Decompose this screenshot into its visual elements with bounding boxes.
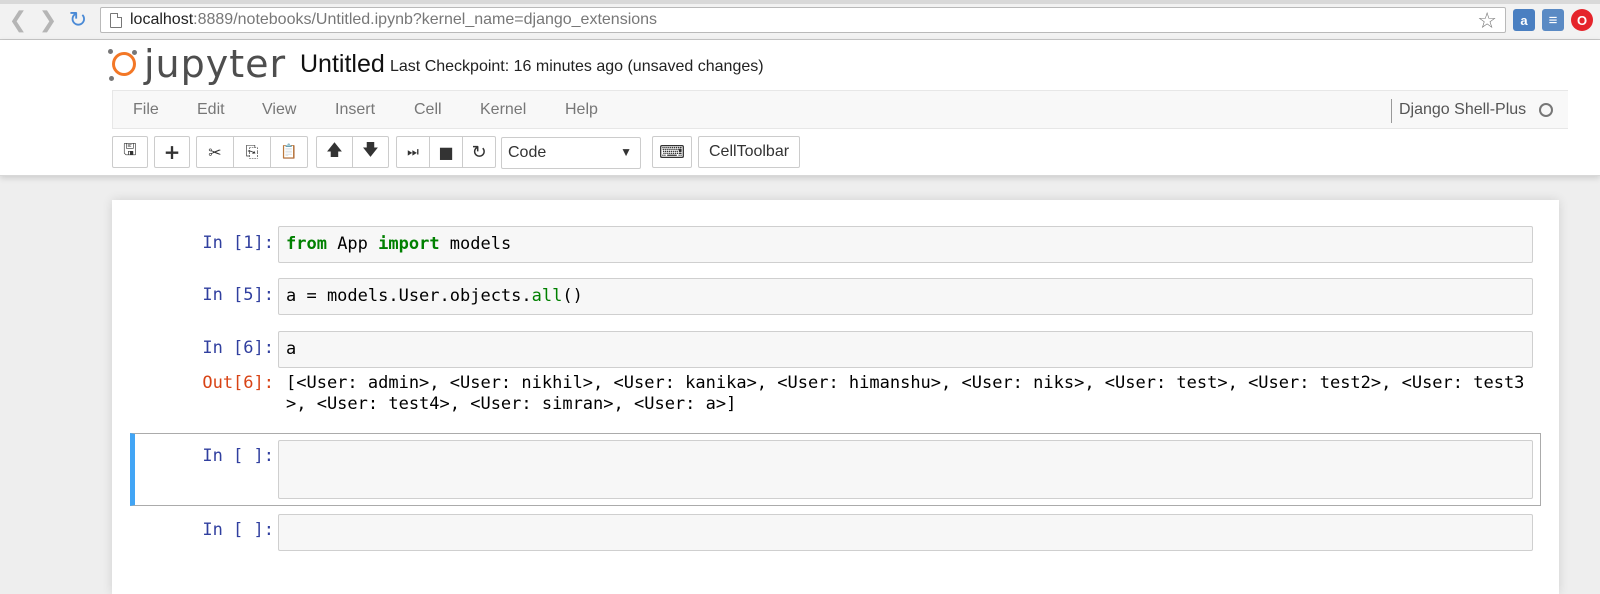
code-cell-input[interactable]	[278, 440, 1533, 499]
menu-edit[interactable]: Edit	[197, 101, 225, 119]
code-cell-input[interactable]: a	[278, 331, 1533, 368]
interrupt-kernel-icon[interactable]: ■	[429, 136, 463, 168]
keyboard-shortcuts-icon[interactable]: ⌨	[652, 136, 692, 168]
kernel-separator	[1391, 99, 1392, 123]
jupyter-logo[interactable]: jupyter	[108, 42, 287, 86]
amazon-extension-icon[interactable]: a	[1513, 9, 1535, 31]
reload-icon[interactable]: ↻	[66, 8, 90, 33]
menubar: File Edit View Insert Cell Kernel Help D…	[112, 90, 1568, 129]
save-icon[interactable]: 🖫	[112, 136, 148, 168]
browser-toolbar: ❮ ❯ ↻ localhost:8889/notebooks/Untitled.…	[0, 0, 1600, 40]
insert-cell-icon[interactable]: +	[154, 136, 190, 168]
jupyter-logo-icon	[108, 49, 138, 81]
code-cell-input[interactable]: from App import models	[278, 226, 1533, 263]
cell-type-select[interactable]: Code ▼	[501, 137, 641, 169]
bookmark-star-icon[interactable]: ☆	[1477, 9, 1497, 34]
opera-extension-icon[interactable]: O	[1571, 9, 1593, 31]
menu-cell[interactable]: Cell	[414, 101, 442, 119]
run-cell-icon[interactable]: ⏭	[396, 136, 430, 168]
address-bar[interactable]: localhost:8889/notebooks/Untitled.ipynb?…	[100, 7, 1506, 34]
celltoolbar-button[interactable]: CellToolbar	[698, 136, 801, 168]
menu-file[interactable]: File	[133, 101, 159, 119]
cell-prompt: In [5]:	[202, 285, 274, 305]
paste-icon[interactable]: 📋	[270, 136, 308, 168]
restart-kernel-icon[interactable]: ↻	[462, 136, 496, 168]
chevron-down-icon: ▼	[620, 145, 632, 159]
menu-view[interactable]: View	[262, 101, 296, 119]
cell-prompt: In [6]:	[202, 338, 274, 358]
url-host: localhost	[130, 11, 194, 28]
cell-type-value: Code	[508, 144, 547, 161]
jupyter-logo-text: jupyter	[144, 42, 287, 86]
move-up-icon[interactable]: 🡅	[316, 136, 353, 168]
url-path: :8889/notebooks/Untitled.ipynb?kernel_na…	[193, 11, 658, 28]
notebook-header: jupyter Untitled Last Checkpoint: 16 min…	[0, 40, 1600, 176]
checkpoint-status: Last Checkpoint: 16 minutes ago (unsaved…	[390, 58, 764, 75]
menu-help[interactable]: Help	[565, 101, 598, 119]
kernel-name[interactable]: Django Shell-Plus	[1399, 101, 1526, 119]
notebook-container: In [1]: from App import models In [5]: a…	[112, 200, 1559, 594]
page-icon	[110, 12, 122, 28]
back-icon[interactable]: ❮	[6, 8, 30, 33]
forward-icon[interactable]: ❯	[36, 8, 60, 33]
notebook-title[interactable]: Untitled	[300, 50, 385, 79]
menu-insert[interactable]: Insert	[335, 101, 375, 119]
cell-output: [<User: admin>, <User: nikhil>, <User: k…	[286, 373, 1525, 414]
kernel-idle-indicator-icon	[1539, 103, 1553, 117]
code-cell-input[interactable]: a = models.User.objects.all()	[278, 278, 1533, 315]
move-down-icon[interactable]: 🡇	[352, 136, 389, 168]
tab-strip	[0, 0, 1600, 4]
translate-extension-icon[interactable]: ≡	[1542, 9, 1564, 31]
cell-prompt: In [ ]:	[202, 446, 274, 466]
menu-kernel[interactable]: Kernel	[480, 101, 526, 119]
copy-icon[interactable]: ⎘	[233, 136, 271, 168]
cell-prompt: In [ ]:	[202, 520, 274, 540]
cell-prompt: In [1]:	[202, 233, 274, 253]
output-prompt: Out[6]:	[202, 373, 274, 393]
code-cell-input[interactable]	[278, 514, 1533, 551]
cut-icon[interactable]: ✂	[196, 136, 234, 168]
